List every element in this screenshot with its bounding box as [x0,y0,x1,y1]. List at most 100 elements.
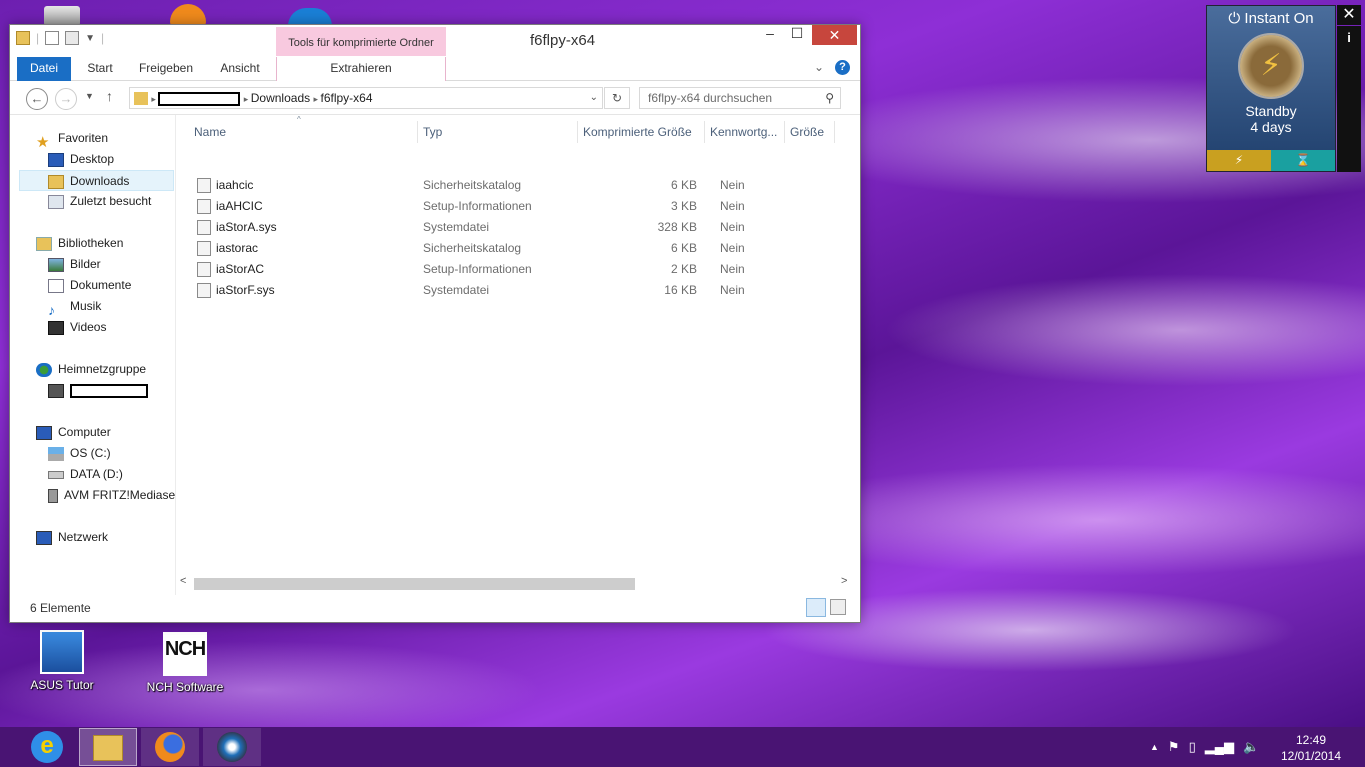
standby-lightning-icon[interactable]: ⚡ [1238,33,1304,99]
nav-favorites[interactable]: ★ Favoriten [36,128,109,151]
show-hidden-icons-icon[interactable]: ▲ [1150,742,1159,752]
properties-icon[interactable] [45,31,60,45]
recycle-bin-icon[interactable] [44,6,80,26]
table-row[interactable]: iaahcic Sicherheitskatalog 6 KB Nein [177,175,837,196]
column-divider[interactable] [577,121,578,143]
nav-item-dokumente[interactable]: Dokumente [48,275,131,296]
volume-icon[interactable]: 🔈 [1243,739,1259,755]
column-divider[interactable] [417,121,418,143]
tab-extrahieren[interactable]: Extrahieren [276,57,446,81]
taskbar-firefox[interactable] [141,728,199,766]
column-header-password[interactable]: Kennwortg... [710,125,777,139]
desktop-icon [48,152,64,167]
folder-icon[interactable] [16,31,30,45]
maximize-button[interactable]: ☐ [783,25,811,47]
up-button[interactable]: ↑ [106,88,113,104]
back-button[interactable]: ← [26,88,48,110]
tab-freigeben[interactable]: Freigeben [134,57,198,81]
power-mode-icon[interactable]: ⚡ [1207,150,1271,171]
table-row[interactable]: iaAHCIC Setup-Informationen 3 KB Nein [177,196,837,217]
nav-item-desktop[interactable]: Desktop [48,149,114,170]
chevron-down-icon[interactable]: ▼ [85,33,95,44]
title-bar[interactable]: | ▼ | Tools für komprimierte Ordner f6fl… [10,25,860,57]
column-divider[interactable] [834,121,835,143]
nav-homegroup-user[interactable] [48,380,148,401]
tab-ansicht[interactable]: Ansicht [212,57,268,81]
search-input[interactable]: f6flpy-x64 durchsuchen ⚲ [639,87,841,109]
redacted-user-folder[interactable] [158,91,241,106]
ribbon-expand-icon[interactable]: ⌄ [814,60,824,74]
battery-icon[interactable]: ▯ [1189,739,1196,755]
taskbar-file-explorer[interactable] [79,728,137,766]
breadcrumb-current-folder[interactable]: f6flpy-x64 [321,91,373,105]
media-app-icon [217,732,247,762]
nav-label: Favoriten [58,131,109,145]
nav-item-drive-d[interactable]: DATA (D:) [48,464,123,485]
nav-homegroup[interactable]: Heimnetzgruppe [36,359,146,380]
horizontal-scrollbar[interactable]: < > [177,575,852,592]
minimize-button[interactable]: – [756,25,784,47]
large-icons-view-button[interactable] [830,599,846,615]
scroll-left-icon[interactable]: < [180,575,186,587]
close-button[interactable]: ✕ [812,25,857,45]
file-compressed-size: 6 KB [670,178,697,192]
widget-info-icon[interactable]: i [1337,26,1361,172]
scroll-thumb[interactable] [194,578,635,590]
nav-item-drive-c[interactable]: OS (C:) [48,443,111,464]
widget-close-button[interactable]: ✕ [1337,5,1361,25]
nav-item-videos[interactable]: Videos [48,317,106,338]
table-row[interactable]: iaStorA.sys Systemdatei 328 KB Nein [177,217,837,238]
nav-label: Downloads [70,174,130,188]
address-bar[interactable]: ▸ ▸ Downloads ▸ f6flpy-x64 ⌄ [129,87,603,109]
nav-item-bilder[interactable]: Bilder [48,254,101,275]
file-name-cell: iaAHCIC [197,196,263,217]
file-compressed-size: 328 KB [657,220,697,234]
address-dropdown-icon[interactable]: ⌄ [590,88,598,108]
internet-explorer-icon: e [31,731,63,763]
file-name-cell: iastorac [197,238,258,259]
nav-item-musik[interactable]: ♪ Musik [48,296,101,318]
taskbar-internet-explorer[interactable]: e [18,728,76,766]
nav-label: AVM FRITZ!Mediase [64,488,176,502]
hourglass-icon[interactable]: ⌛ [1271,150,1335,171]
new-folder-icon[interactable] [65,31,80,45]
nav-label: Desktop [70,152,115,166]
nav-item-downloads[interactable]: Downloads [19,170,174,191]
column-divider[interactable] [784,121,785,143]
help-icon[interactable]: ? [835,60,850,75]
column-header-type[interactable]: Typ [423,125,442,139]
asus-tutor-icon [40,630,84,674]
nav-computer[interactable]: Computer [36,422,111,443]
nav-libraries[interactable]: Bibliotheken [36,233,123,254]
table-row[interactable]: iastorac Sicherheitskatalog 6 KB Nein [177,238,837,259]
recent-locations-icon[interactable]: ▼ [85,91,94,101]
search-icon[interactable]: ⚲ [825,88,834,108]
desktop-icon-asus-tutor[interactable]: ASUS Tutor [17,630,107,692]
videos-icon [48,320,64,335]
refresh-button[interactable]: ↻ [604,87,630,109]
breadcrumb-downloads[interactable]: Downloads [251,91,310,105]
table-row[interactable]: iaStorAC Setup-Informationen 2 KB Nein [177,259,837,280]
scroll-right-icon[interactable]: > [841,575,847,587]
taskbar-media-app[interactable] [203,728,261,766]
catalog-icon [197,178,211,194]
table-row[interactable]: iaStorF.sys Systemdatei 16 KB Nein [177,280,837,301]
details-view-button[interactable] [806,598,826,617]
quick-access-toolbar: | ▼ | [16,31,104,45]
nav-label: Dokumente [70,278,132,292]
nav-item-fritz-media[interactable]: AVM FRITZ!Mediase [48,485,175,506]
taskbar-clock[interactable]: 12:49 12/01/2014 [1276,732,1346,764]
column-header-size[interactable]: Größe [790,125,824,139]
action-center-flag-icon[interactable]: ⚑ [1168,739,1180,755]
context-tab-header: Tools für komprimierte Ordner [276,27,446,56]
column-divider[interactable] [704,121,705,143]
network-signal-icon[interactable]: ▂▄▆ [1205,739,1234,755]
desktop-icon-nch-software[interactable]: NCH NCH Software [140,632,230,694]
nav-network[interactable]: Netzwerk [36,527,108,548]
column-header-name[interactable]: Name [194,125,226,139]
nav-item-recent[interactable]: Zuletzt besucht [48,191,151,212]
tab-start[interactable]: Start [80,57,120,81]
forward-button[interactable]: → [55,88,77,110]
column-header-compressed-size[interactable]: Komprimierte Größe [583,125,692,139]
tab-datei[interactable]: Datei [17,57,71,81]
